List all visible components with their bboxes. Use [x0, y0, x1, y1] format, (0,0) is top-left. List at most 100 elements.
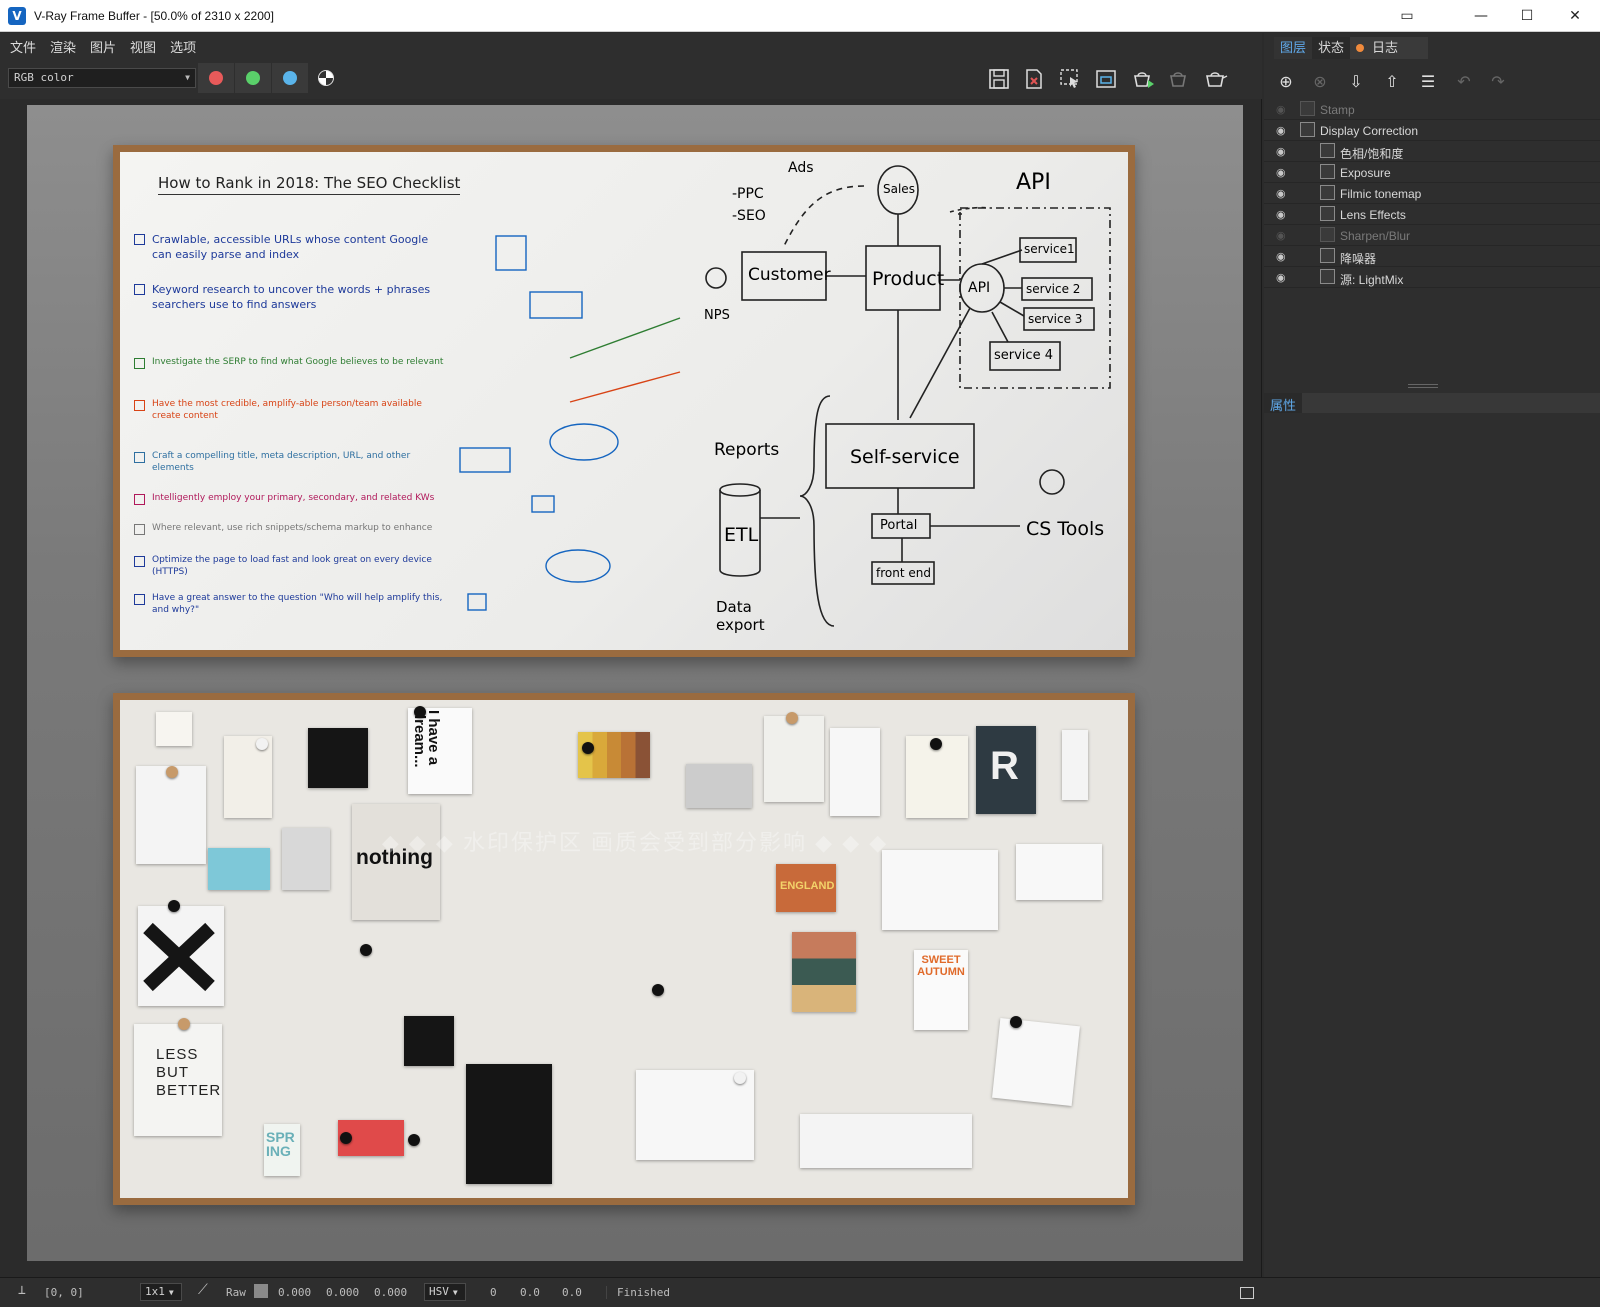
eye-icon[interactable]: ◉: [1276, 208, 1286, 221]
label-etl: ETL: [724, 524, 759, 546]
eye-icon[interactable]: ◉: [1276, 229, 1286, 242]
menu-render[interactable]: 渲染: [50, 37, 76, 56]
channel-select[interactable]: RGB color ▼: [8, 68, 196, 88]
maximize-button[interactable]: ☐: [1504, 0, 1550, 32]
layer-name: 色相/饱和度: [1340, 147, 1404, 161]
less-but-better-poster: LESS BUT BETTER: [134, 1024, 222, 1136]
dream-text: I have a dream...: [411, 710, 442, 768]
sharpen-icon: [1320, 227, 1335, 242]
load-layer-tree-icon[interactable]: ⇧: [1378, 69, 1406, 93]
label-seo: -SEO: [732, 208, 766, 224]
window-title: V-Ray Frame Buffer - [50.0% of 2310 x 22…: [34, 8, 274, 23]
exposure-icon: [1320, 164, 1335, 179]
england-text: ENGLAND: [780, 880, 835, 892]
layer-name: Lens Effects: [1340, 208, 1406, 222]
pin: [166, 766, 178, 778]
rendered-image[interactable]: How to Rank in 2018: The SEO Checklist C…: [27, 105, 1243, 1261]
layer-name: Filmic tonemap: [1340, 187, 1422, 201]
eye-icon[interactable]: ◉: [1276, 124, 1286, 137]
menu-view[interactable]: 视图: [130, 37, 156, 56]
curve-icon[interactable]: ⟋: [198, 1282, 208, 1298]
save-layer-tree-icon[interactable]: ⇩: [1342, 69, 1370, 93]
pin: [930, 738, 942, 750]
blue-channel-button[interactable]: [272, 63, 308, 93]
pin: [340, 1132, 352, 1144]
minimize-button[interactable]: —: [1458, 0, 1504, 32]
raw-mode-label: Raw: [226, 1286, 246, 1299]
menu-image[interactable]: 图片: [90, 37, 116, 56]
eye-icon[interactable]: ◉: [1276, 166, 1286, 179]
black-square: [308, 728, 368, 788]
layer-row[interactable]: ◉ Lens Effects: [1264, 204, 1600, 225]
properties-header: 属性: [1264, 393, 1600, 413]
eye-icon[interactable]: ◉: [1276, 145, 1286, 158]
render-teapot-icon[interactable]: [1202, 66, 1230, 92]
delete-layer-icon[interactable]: ⊗: [1306, 69, 1334, 93]
moodboard-frame: I have a dream... nothing R LESS BUT BET…: [113, 693, 1135, 1205]
undo-icon[interactable]: ↶: [1450, 69, 1478, 93]
monochrome-button[interactable]: [318, 70, 334, 86]
zoom-select[interactable]: 1x1 ▼: [140, 1283, 182, 1301]
layer-row[interactable]: ◉ Stamp: [1264, 99, 1600, 120]
pin: [786, 712, 798, 724]
save-image-icon[interactable]: [985, 66, 1013, 92]
pin: [360, 944, 372, 956]
pixel-b-value: 0.000: [374, 1286, 408, 1299]
tab-layers[interactable]: 图层: [1274, 37, 1313, 59]
tab-log[interactable]: 日志: [1350, 37, 1429, 59]
quote-poster: [466, 1064, 552, 1184]
interactive-render-icon[interactable]: [1130, 66, 1158, 92]
colorspace-select[interactable]: HSV ▼: [424, 1283, 466, 1301]
picture-in-picture-icon[interactable]: ▭: [1384, 0, 1430, 32]
whiteboard-frame: How to Rank in 2018: The SEO Checklist C…: [113, 145, 1135, 657]
redo-icon[interactable]: ↷: [1484, 69, 1512, 93]
stop-render-icon[interactable]: [1166, 66, 1194, 92]
layer-row[interactable]: ◉ 降噪器: [1264, 246, 1600, 267]
layer-presets-icon[interactable]: ☰: [1414, 69, 1442, 93]
add-layer-icon[interactable]: ⊕: [1272, 69, 1300, 93]
green-channel-button[interactable]: [235, 63, 271, 93]
region-render-icon[interactable]: [1056, 66, 1084, 92]
label-ppc: -PPC: [732, 186, 764, 202]
layer-row[interactable]: ◉ 色相/饱和度: [1264, 141, 1600, 162]
layer-row[interactable]: ◉ Display Correction: [1264, 120, 1600, 141]
notification-dot-icon: [1356, 44, 1365, 52]
pixel-pick-icon[interactable]: ⊥: [18, 1283, 26, 1298]
curve-icon: [1300, 122, 1315, 137]
grid-sheet: [882, 850, 998, 930]
spring-text: SPR ING: [266, 1129, 295, 1159]
label-ads: Ads: [788, 160, 814, 176]
eye-icon[interactable]: ◉: [1276, 187, 1286, 200]
red-channel-button[interactable]: [198, 63, 234, 93]
tab-status[interactable]: 状态: [1312, 37, 1351, 59]
close-button[interactable]: ✕: [1552, 0, 1598, 32]
log-toggle-icon[interactable]: [1240, 1287, 1254, 1299]
nothing-poster: nothing: [352, 804, 440, 920]
render-viewport[interactable]: How to Rank in 2018: The SEO Checklist C…: [0, 99, 1262, 1277]
sweet-autumn-card: SWEET AUTUMN: [914, 950, 968, 1030]
toolbar: RGB color ▼: [0, 59, 1262, 99]
dot-pattern-card: [830, 728, 880, 816]
hue-icon: [1320, 143, 1335, 158]
eye-icon[interactable]: ◉: [1276, 250, 1286, 263]
pixel-g-value: 0.000: [326, 1286, 360, 1299]
menu-file[interactable]: 文件: [10, 37, 36, 56]
layer-row[interactable]: ◉ Filmic tonemap: [1264, 183, 1600, 204]
menu-options[interactable]: 选项: [170, 37, 196, 56]
pin: [652, 984, 664, 996]
zoom-value: 1x1: [145, 1285, 165, 1298]
eye-icon[interactable]: ◉: [1276, 271, 1286, 284]
panel-splitter[interactable]: [1408, 384, 1438, 388]
less-text: LESS BUT BETTER: [156, 1046, 222, 1099]
eye-icon[interactable]: ◉: [1276, 103, 1286, 116]
label-data-export: Data export: [716, 598, 765, 634]
lens-icon: [1320, 206, 1335, 221]
clear-image-icon[interactable]: [1020, 66, 1048, 92]
layer-row[interactable]: ◉ Exposure: [1264, 162, 1600, 183]
red-dot-icon: [209, 71, 223, 85]
layer-row[interactable]: ◉ Sharpen/Blur: [1264, 225, 1600, 246]
pixel-r-value: 0.000: [278, 1286, 312, 1299]
layer-row[interactable]: ◉ 源: LightMix: [1264, 267, 1600, 288]
denoise-icon: [1320, 248, 1335, 263]
render-region-box-icon[interactable]: [1092, 66, 1120, 92]
